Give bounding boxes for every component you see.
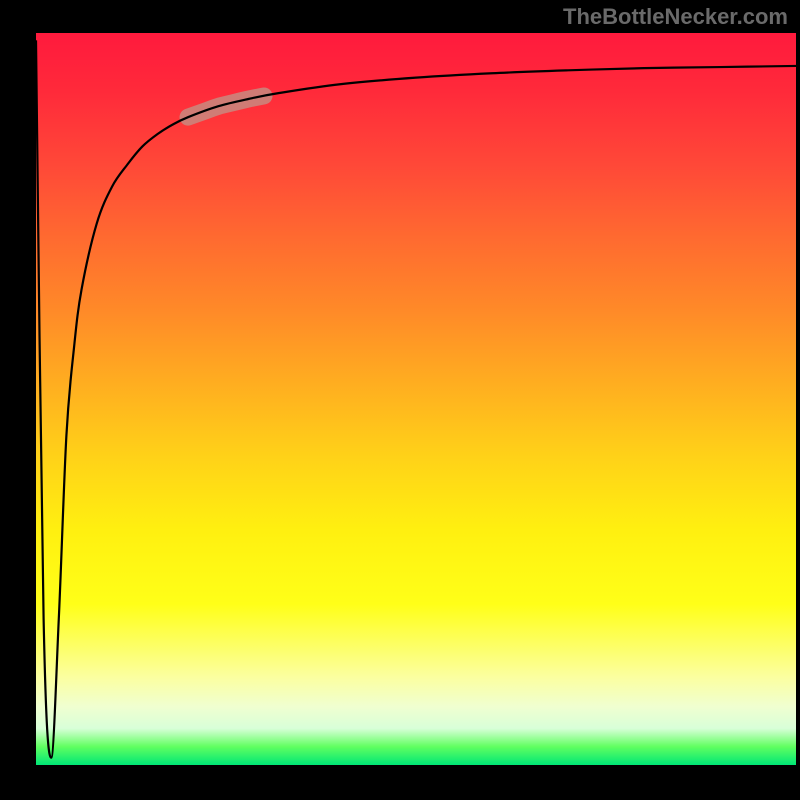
chart-plot-area: [36, 33, 796, 765]
attribution-label: TheBottleNecker.com: [563, 4, 788, 30]
bottleneck-curve-line: [36, 40, 796, 757]
chart-svg: [36, 33, 796, 765]
